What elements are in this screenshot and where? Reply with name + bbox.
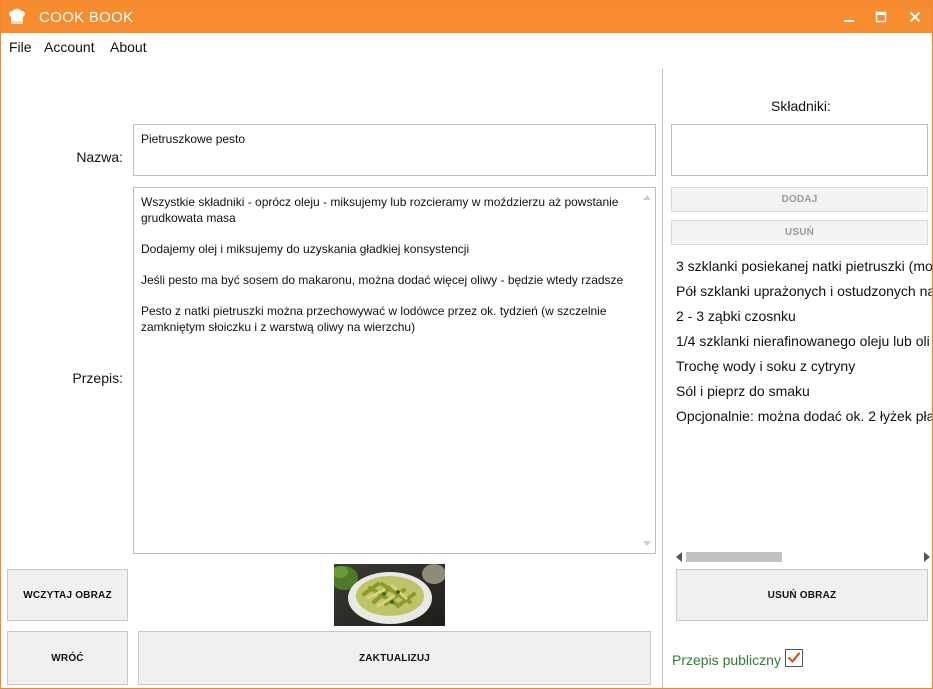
window-title: COOK BOOK — [39, 9, 134, 26]
remove-ingredient-button[interactable]: USUŃ — [671, 220, 928, 245]
recipe-textarea[interactable]: Wszystkie składniki - oprócz oleju - mik… — [133, 187, 656, 554]
list-item[interactable]: Pół szklanki uprażonych i ostudzonych na… — [676, 283, 932, 299]
scroll-thumb[interactable] — [686, 552, 782, 562]
list-item[interactable]: 3 szklanki posiekanej natki pietruszki (… — [676, 258, 932, 274]
ingredients-hscrollbar[interactable] — [674, 549, 932, 565]
menu-file[interactable]: File — [9, 39, 32, 55]
recipe-paragraph: Jeśli pesto ma być sosem do makaronu, mo… — [141, 273, 624, 287]
recipe-text: Wszystkie składniki - oprócz oleju - mik… — [141, 194, 637, 350]
name-value: Pietruszkowe pesto — [141, 132, 246, 146]
load-image-button[interactable]: WCZYTAJ OBRAZ — [7, 569, 128, 621]
recipe-paragraph: Dodajemy olej i miksujemy do uzyskania g… — [141, 242, 470, 256]
recipe-image — [334, 564, 445, 626]
ingredients-label: Składniki: — [771, 98, 831, 114]
public-recipe-checkbox[interactable] — [785, 649, 803, 667]
maximize-icon — [875, 11, 887, 23]
scroll-up-icon[interactable] — [643, 195, 651, 200]
update-button[interactable]: ZAKTUALIZUJ — [138, 631, 651, 685]
recipe-paragraph: Wszystkie składniki - oprócz oleju - mik… — [141, 195, 619, 225]
title-bar: COOK BOOK — [1, 1, 932, 33]
back-button[interactable]: WRÓĆ — [7, 631, 128, 685]
name-field[interactable]: Pietruszkowe pesto — [133, 124, 656, 176]
menu-about[interactable]: About — [110, 39, 147, 55]
list-item[interactable]: Opcjonalnie: można dodać ok. 2 łyżek pła — [676, 408, 932, 424]
ingredient-input[interactable] — [671, 124, 928, 176]
remove-image-button[interactable]: USUŃ OBRAZ — [676, 569, 928, 621]
close-icon — [909, 11, 921, 23]
panel-divider — [662, 69, 663, 688]
list-item[interactable]: Trochę wody i soku z cytryny — [676, 358, 855, 374]
scroll-down-icon[interactable] — [643, 541, 651, 546]
menu-bar: File Account About — [1, 33, 932, 61]
list-item[interactable]: 1/4 szklanki nierafinowanego oleju lub o… — [676, 333, 930, 349]
recipe-label: Przepis: — [72, 370, 123, 386]
list-item[interactable]: 2 - 3 ząbki czosnku — [676, 308, 796, 324]
chef-hat-icon — [6, 6, 28, 28]
list-item[interactable]: Sól i pieprz do smaku — [676, 383, 810, 399]
public-recipe-label: Przepis publiczny — [672, 652, 781, 668]
cookbook-window: COOK BOOK File Account About Nazwa: Piet… — [0, 0, 933, 689]
ingredients-list[interactable]: 3 szklanki posiekanej natki pietruszki (… — [676, 253, 932, 543]
maximize-button[interactable] — [864, 1, 898, 33]
minimize-icon — [844, 20, 854, 22]
menu-account[interactable]: Account — [44, 39, 95, 55]
scroll-right-icon[interactable] — [924, 552, 930, 562]
close-button[interactable] — [898, 1, 932, 33]
add-ingredient-button[interactable]: DODAJ — [671, 187, 928, 212]
name-label: Nazwa: — [76, 149, 123, 165]
minimize-button[interactable] — [832, 1, 866, 33]
scroll-left-icon[interactable] — [676, 552, 682, 562]
recipe-paragraph: Pesto z natki pietruszki można przechowy… — [141, 304, 607, 334]
checkmark-icon — [787, 652, 801, 663]
recipe-scrollbar[interactable] — [640, 189, 654, 552]
